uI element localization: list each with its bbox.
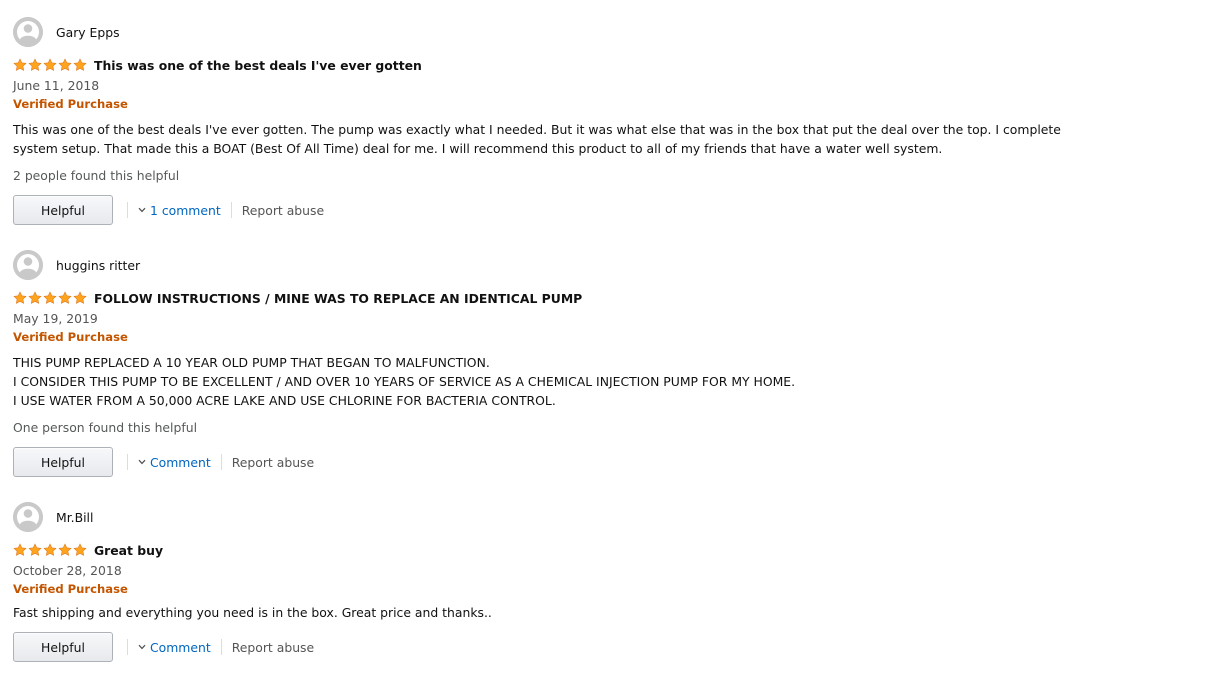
star-icon <box>58 58 72 71</box>
review-body: This was one of the best deals I've ever… <box>13 120 1073 158</box>
divider <box>127 639 128 655</box>
review-actions: Helpful Comment Report abuse <box>13 447 314 477</box>
star-rating[interactable] <box>13 291 87 305</box>
user-silhouette-icon <box>13 17 43 47</box>
star-icon <box>58 543 72 556</box>
review-actions: Helpful 1 comment Report abuse <box>13 195 324 225</box>
profile-name[interactable]: huggins ritter <box>56 256 140 275</box>
user-silhouette-icon <box>13 250 43 280</box>
comment-link-label[interactable]: Comment <box>150 638 211 657</box>
review: Gary Epps This was one of the best deals… <box>13 17 1093 232</box>
helpful-button[interactable]: Helpful <box>13 195 113 225</box>
star-icon <box>13 543 27 556</box>
star-icon <box>28 58 42 71</box>
chevron-down-icon <box>138 459 146 465</box>
helpful-count: One person found this helpful <box>13 420 198 435</box>
divider <box>230 202 232 218</box>
comment-link-label[interactable]: 1 comment <box>150 201 221 220</box>
review-title-row: FOLLOW INSTRUCTIONS / MINE WAS TO REPLAC… <box>13 288 582 308</box>
star-rating[interactable] <box>13 58 87 72</box>
review-body-line: THIS PUMP REPLACED A 10 YEAR OLD PUMP TH… <box>13 355 490 370</box>
divider <box>220 454 222 470</box>
star-icon <box>13 291 27 304</box>
report-abuse-link[interactable]: Report abuse <box>232 453 314 472</box>
star-icon <box>28 291 42 304</box>
star-icon <box>43 291 57 304</box>
review-title[interactable]: This was one of the best deals I've ever… <box>94 56 422 75</box>
comment-link[interactable]: 1 comment <box>138 201 221 220</box>
review: huggins ritter FOLLOW INSTRUCTIONS / MIN… <box>13 250 1093 480</box>
star-icon <box>13 58 27 71</box>
avatar[interactable] <box>13 250 43 280</box>
review: Mr.Bill Great buy October 28, 2018 Verif… <box>13 502 1093 667</box>
review-title[interactable]: Great buy <box>94 541 163 560</box>
verified-purchase-badge[interactable]: Verified Purchase <box>13 95 128 114</box>
review-body-line: I USE WATER FROM A 50,000 ACRE LAKE AND … <box>13 393 556 408</box>
review-profile[interactable]: Gary Epps <box>13 17 120 47</box>
review-title-row: This was one of the best deals I've ever… <box>13 55 422 75</box>
verified-purchase-badge[interactable]: Verified Purchase <box>13 580 128 599</box>
reviews-list: Gary Epps This was one of the best deals… <box>0 0 1212 685</box>
comment-link-label[interactable]: Comment <box>150 453 211 472</box>
review-date: June 11, 2018 <box>13 78 100 93</box>
review-date: October 28, 2018 <box>13 563 122 578</box>
user-silhouette-icon <box>13 502 43 532</box>
review-title[interactable]: FOLLOW INSTRUCTIONS / MINE WAS TO REPLAC… <box>94 289 582 308</box>
star-rating[interactable] <box>13 543 87 557</box>
star-icon <box>73 291 87 304</box>
chevron-down-icon <box>138 207 146 213</box>
review-body-line: Fast shipping and everything you need is… <box>13 605 492 620</box>
review-body: THIS PUMP REPLACED A 10 YEAR OLD PUMP TH… <box>13 353 1073 410</box>
review-actions: Helpful Comment Report abuse <box>13 632 314 662</box>
star-icon <box>43 543 57 556</box>
profile-name[interactable]: Gary Epps <box>56 23 120 42</box>
comment-link[interactable]: Comment <box>138 638 211 657</box>
chevron-down-icon <box>138 644 146 650</box>
review-profile[interactable]: huggins ritter <box>13 250 140 280</box>
comment-link[interactable]: Comment <box>138 453 211 472</box>
report-abuse-link[interactable]: Report abuse <box>242 201 324 220</box>
helpful-count: 2 people found this helpful <box>13 168 180 183</box>
verified-purchase-badge[interactable]: Verified Purchase <box>13 328 128 347</box>
star-icon <box>43 58 57 71</box>
review-body-line: This was one of the best deals I've ever… <box>13 122 1061 156</box>
divider <box>127 454 128 470</box>
star-icon <box>28 543 42 556</box>
helpful-button[interactable]: Helpful <box>13 447 113 477</box>
avatar[interactable] <box>13 17 43 47</box>
star-icon <box>73 543 87 556</box>
review-title-row: Great buy <box>13 540 163 560</box>
review-date: May 19, 2019 <box>13 311 98 326</box>
report-abuse-link[interactable]: Report abuse <box>232 638 314 657</box>
profile-name[interactable]: Mr.Bill <box>56 508 93 527</box>
helpful-button[interactable]: Helpful <box>13 632 113 662</box>
review-body-line: I CONSIDER THIS PUMP TO BE EXCELLENT / A… <box>13 374 796 389</box>
star-icon <box>73 58 87 71</box>
review-body: Fast shipping and everything you need is… <box>13 603 1073 622</box>
avatar[interactable] <box>13 502 43 532</box>
divider <box>127 202 128 218</box>
divider <box>220 639 222 655</box>
star-icon <box>58 291 72 304</box>
review-profile[interactable]: Mr.Bill <box>13 502 93 532</box>
